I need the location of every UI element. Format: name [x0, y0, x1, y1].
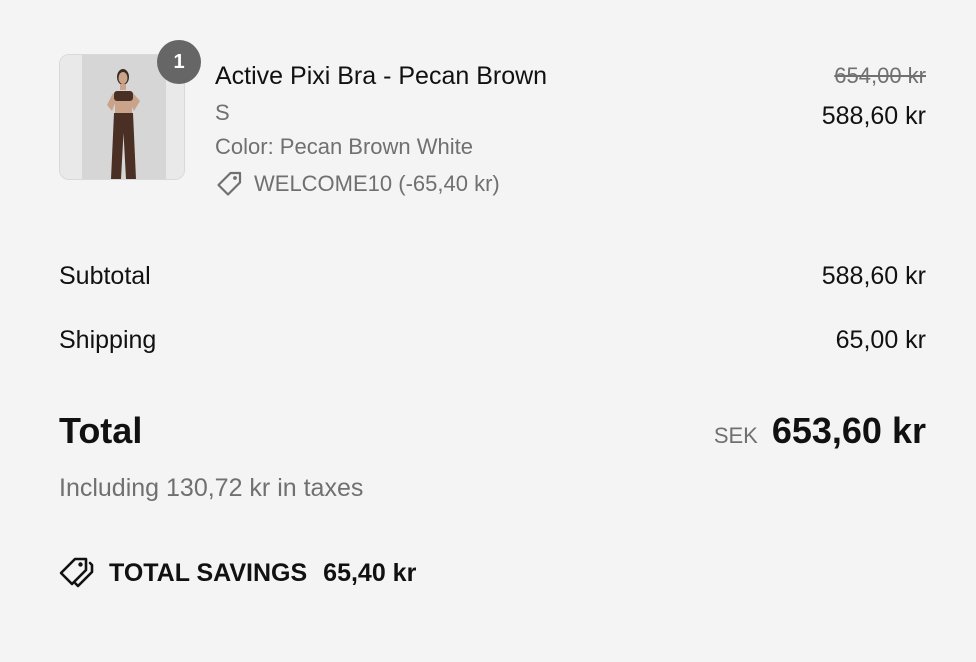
- product-color: Color: Pecan Brown White: [215, 134, 473, 159]
- shipping-value: 65,00 kr: [835, 326, 926, 354]
- product-title: Active Pixi Bra - Pecan Brown: [215, 62, 548, 90]
- discounted-price: 588,60 kr: [821, 102, 926, 130]
- line-item: 1 Active Pixi Bra - Pecan Brown S Color:…: [59, 40, 926, 214]
- item-prices: 654,00 kr 588,60 kr: [822, 58, 926, 134]
- total-price: SEK 653,60 kr: [714, 410, 926, 452]
- total-row: Total SEK 653,60 kr: [59, 410, 926, 452]
- original-price: 654,00 kr: [834, 63, 926, 88]
- total-savings: TOTAL SAVINGS 65,40 kr: [59, 556, 416, 590]
- total-label: Total: [59, 410, 143, 451]
- subtotal-row: Subtotal 588,60 kr: [59, 262, 926, 291]
- tags-icon: [59, 557, 94, 588]
- savings-value: 65,40 kr: [323, 558, 417, 587]
- order-summary: 1 Active Pixi Bra - Pecan Brown S Color:…: [59, 0, 926, 662]
- discount-code: WELCOME10 (-65,40 kr): [215, 169, 655, 199]
- total-value: 653,60 kr: [771, 410, 926, 451]
- subtotal-label: Subtotal: [59, 262, 151, 290]
- shipping-row: Shipping 65,00 kr: [59, 326, 926, 355]
- item-details: Active Pixi Bra - Pecan Brown S Color: P…: [215, 58, 655, 199]
- taxes-note: Including 130,72 kr in taxes: [59, 474, 364, 502]
- shipping-label: Shipping: [59, 326, 157, 354]
- product-thumbnail: 1: [59, 40, 201, 182]
- subtotal-value: 588,60 kr: [821, 262, 926, 290]
- quantity-badge: 1: [157, 40, 201, 84]
- savings-label: TOTAL SAVINGS: [109, 558, 308, 587]
- product-variant: S: [215, 100, 230, 125]
- discount-code-text: WELCOME10 (-65,40 kr): [254, 171, 500, 196]
- currency-code: SEK: [713, 423, 758, 448]
- tag-icon: [217, 171, 242, 196]
